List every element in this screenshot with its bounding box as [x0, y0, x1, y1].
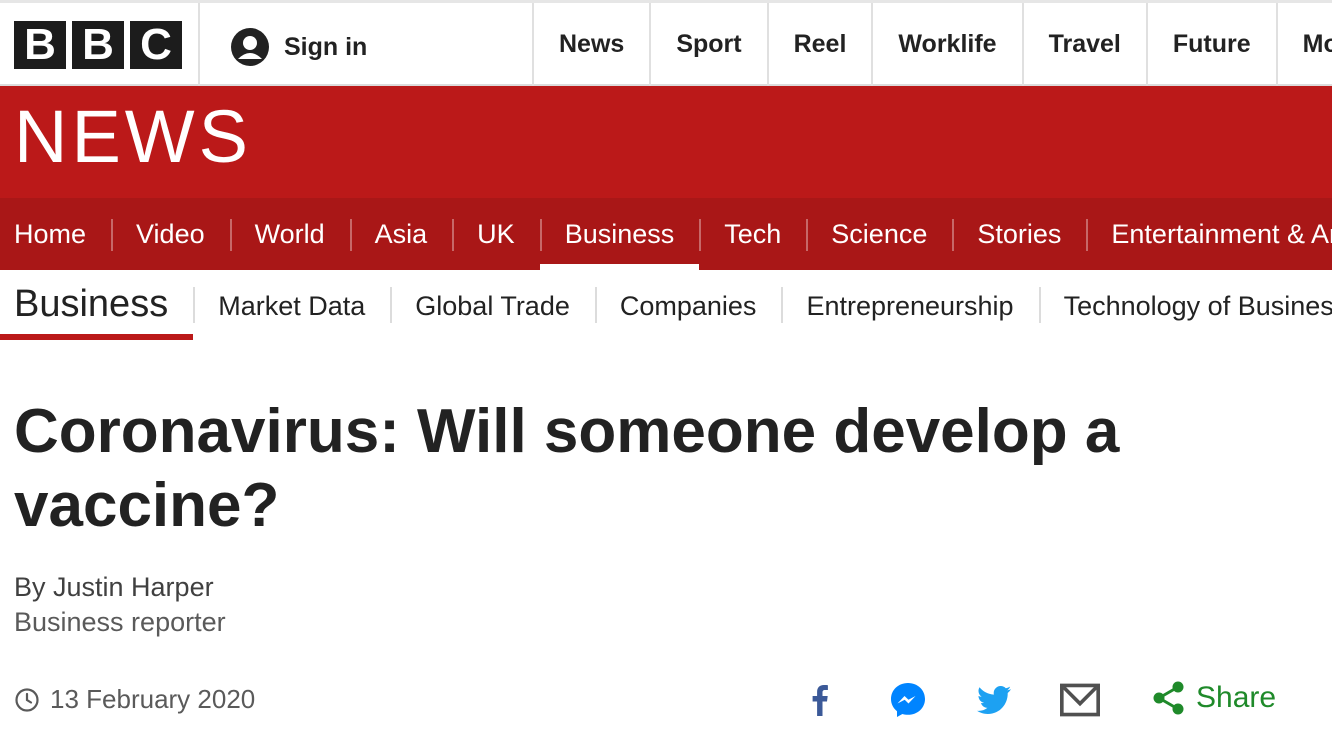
global-header: B B C Sign in News Sport Reel Worklife T…: [0, 0, 1332, 86]
global-nav-news[interactable]: News: [532, 3, 649, 86]
section-nav-business[interactable]: Business: [539, 198, 700, 270]
sub-nav-section-title[interactable]: Business: [0, 270, 194, 342]
email-icon[interactable]: [1060, 680, 1100, 720]
global-nav-reel[interactable]: Reel: [766, 3, 872, 86]
section-nav-home[interactable]: Home: [0, 198, 111, 270]
global-nav: News Sport Reel Worklife Travel Future M…: [532, 3, 1332, 86]
section-nav-stories[interactable]: Stories: [952, 198, 1086, 270]
author-name: By Justin Harper: [14, 572, 214, 602]
publish-date: 13 February 2020: [50, 684, 256, 714]
dateline: 13 February 2020: [14, 684, 255, 715]
messenger-icon-svg: [891, 683, 925, 717]
twitter-icon[interactable]: [974, 680, 1014, 720]
news-masthead[interactable]: NEWS: [14, 100, 252, 174]
email-icon-svg: [1060, 683, 1100, 717]
logo-letter-c: C: [130, 20, 182, 69]
global-nav-travel[interactable]: Travel: [1021, 3, 1146, 86]
divider: [198, 3, 200, 86]
sign-in-button[interactable]: Sign in: [230, 27, 367, 67]
section-nav-tech[interactable]: Tech: [699, 198, 806, 270]
share-button[interactable]: Share: [1152, 680, 1276, 716]
global-nav-future[interactable]: Future: [1145, 3, 1276, 86]
section-nav-asia[interactable]: Asia: [349, 198, 453, 270]
sub-nav-entrepreneurship[interactable]: Entrepreneurship: [781, 286, 1038, 323]
share-label: Share: [1196, 681, 1277, 714]
share-icon: [1153, 681, 1184, 715]
section-nav: Home Video World Asia UK Business Tech S…: [0, 198, 1332, 270]
article-headline: Coronavirus: Will someone develop a vacc…: [14, 397, 1120, 540]
section-nav-entertainment[interactable]: Entertainment & Arts: [1086, 198, 1332, 270]
messenger-icon[interactable]: [888, 680, 928, 720]
sign-in-label: Sign in: [284, 32, 368, 61]
section-nav-science[interactable]: Science: [806, 198, 952, 270]
global-nav-worklife[interactable]: Worklife: [871, 3, 1021, 86]
sub-nav-market-data[interactable]: Market Data: [193, 286, 390, 323]
twitter-icon-svg: [977, 686, 1011, 714]
facebook-icon-svg: [812, 685, 828, 716]
section-nav-video[interactable]: Video: [111, 198, 230, 270]
user-icon: [231, 28, 269, 66]
bbc-logo[interactable]: B B C: [14, 20, 182, 69]
sub-nav-global-trade[interactable]: Global Trade: [390, 286, 595, 323]
sub-nav-technology-of-business[interactable]: Technology of Business: [1038, 286, 1332, 323]
global-nav-more[interactable]: More: [1275, 3, 1332, 86]
business-sub-nav: Business Market Data Global Trade Compan…: [0, 270, 1332, 342]
facebook-icon[interactable]: [800, 680, 840, 720]
global-nav-sport[interactable]: Sport: [649, 3, 766, 86]
sub-nav-companies[interactable]: Companies: [594, 286, 782, 323]
logo-letter-b1: B: [14, 20, 66, 69]
author-role: Business reporter: [14, 607, 226, 637]
logo-letter-b2: B: [72, 20, 124, 69]
clock-icon: [15, 687, 39, 712]
section-nav-world[interactable]: World: [229, 198, 350, 270]
news-banner: NEWS: [0, 86, 1332, 198]
section-nav-uk[interactable]: UK: [452, 198, 540, 270]
